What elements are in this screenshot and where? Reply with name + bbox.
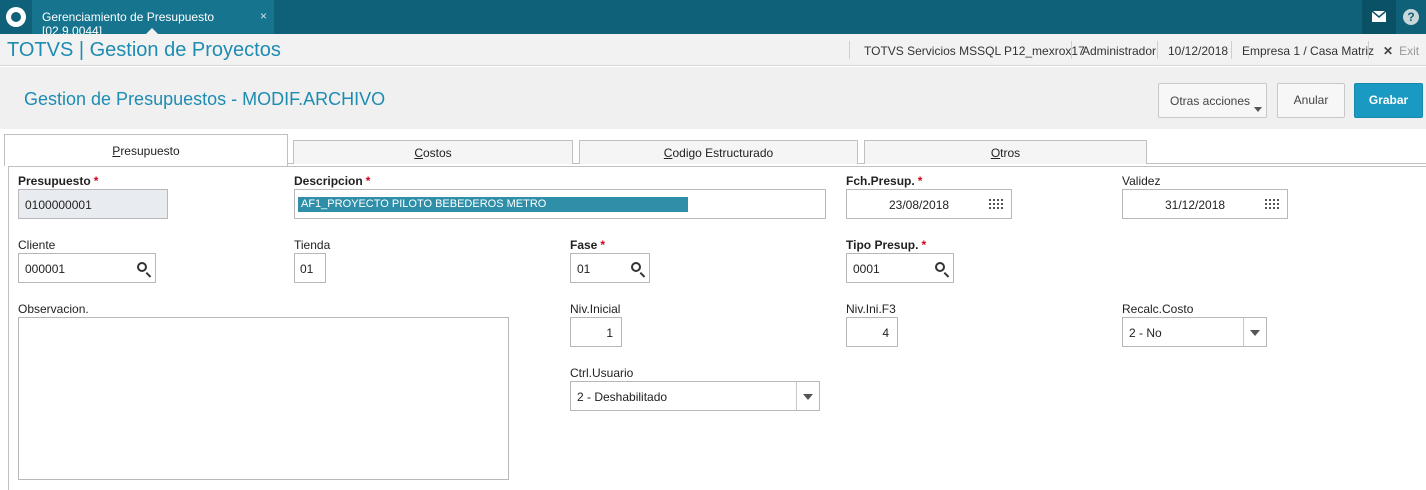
calendar-icon[interactable] xyxy=(989,199,1003,211)
header-separator xyxy=(1368,41,1369,59)
observacion-label: Observacion. xyxy=(18,302,89,316)
tab-presupuesto[interactable]: Presupuesto xyxy=(4,134,288,166)
presupuesto-field[interactable]: 0100000001 xyxy=(18,189,168,219)
other-actions-label: Otras acciones xyxy=(1170,94,1251,108)
tipo-presup-field[interactable]: 0001 xyxy=(846,253,954,283)
save-button[interactable]: Grabar xyxy=(1354,83,1423,118)
tab-otros[interactable]: Otros xyxy=(864,140,1147,164)
fase-field[interactable]: 01 xyxy=(570,253,650,283)
fch-presup-field[interactable]: 23/08/2018 xyxy=(846,189,1012,219)
recalc-costo-label: Recalc.Costo xyxy=(1122,302,1194,316)
presupuesto-label: Presupuesto * xyxy=(18,174,99,188)
descripcion-selected-text[interactable]: AF1_PROYECTO PILOTO BEBEDEROS METRO xyxy=(298,197,688,212)
header-separator xyxy=(1071,41,1072,59)
ctrl-usuario-label: Ctrl.Usuario xyxy=(570,366,634,380)
page-title: Gestion de Presupuestos - MODIF.ARCHIVO xyxy=(24,89,386,109)
header-separator xyxy=(849,41,850,59)
header-separator xyxy=(1157,41,1158,59)
tab-costos[interactable]: Costos xyxy=(293,140,573,164)
tienda-label: Tienda xyxy=(294,238,331,252)
niv-inicial-field[interactable]: 1 xyxy=(570,317,622,347)
user-info: Administrador xyxy=(1082,44,1157,58)
tipo-presup-label: Tipo Presup. * xyxy=(846,238,927,252)
fase-label: Fase * xyxy=(570,238,606,252)
observacion-textarea[interactable] xyxy=(18,317,509,480)
tienda-field[interactable]: 01 xyxy=(294,253,326,283)
app-title: TOTVS | Gestion de Proyectos xyxy=(7,39,281,61)
other-actions-button[interactable]: Otras acciones xyxy=(1158,83,1267,118)
recalc-costo-select[interactable]: 2 - No xyxy=(1122,317,1267,347)
close-tab-icon[interactable]: × xyxy=(260,9,267,23)
cancel-button[interactable]: Anular xyxy=(1277,83,1345,118)
calendar-icon[interactable] xyxy=(1265,199,1279,211)
ctrl-usuario-select[interactable]: 2 - Deshabilitado xyxy=(570,381,820,411)
chevron-down-icon[interactable] xyxy=(796,382,819,410)
descripcion-label: Descripcion * xyxy=(294,174,371,188)
environment-info: TOTVS Servicios MSSQL P12_mexrox17 xyxy=(864,44,1085,58)
search-icon[interactable] xyxy=(935,262,945,272)
chevron-down-icon[interactable] xyxy=(1243,318,1266,346)
close-icon: ✕ xyxy=(1383,44,1394,58)
help-icon[interactable]: ? xyxy=(1396,0,1426,34)
exit-label: Exit xyxy=(1399,44,1420,58)
niv-ini-f3-label: Niv.Ini.F3 xyxy=(846,302,896,316)
date-info: 10/12/2018 xyxy=(1168,44,1229,58)
mail-icon[interactable] xyxy=(1362,0,1396,34)
validez-label: Validez xyxy=(1122,174,1161,188)
validez-field[interactable]: 31/12/2018 xyxy=(1122,189,1288,219)
exit-button[interactable]: ✕ Exit xyxy=(1383,44,1419,58)
totvs-logo-icon[interactable] xyxy=(6,7,26,27)
company-info[interactable]: Empresa 1 / Casa Matriz xyxy=(1242,44,1374,58)
header-separator xyxy=(1231,41,1232,59)
search-icon[interactable] xyxy=(631,262,641,272)
niv-ini-f3-field[interactable]: 4 xyxy=(846,317,898,347)
search-icon[interactable] xyxy=(137,262,147,272)
fch-presup-label: Fch.Presup. * xyxy=(846,174,923,188)
cliente-field[interactable]: 000001 xyxy=(18,253,156,283)
niv-inicial-label: Niv.Inicial xyxy=(570,302,621,316)
caret-down-icon xyxy=(1254,107,1262,112)
tab-codigo-estructurado[interactable]: Codigo Estructurado xyxy=(579,140,858,164)
cliente-label: Cliente xyxy=(18,238,56,252)
